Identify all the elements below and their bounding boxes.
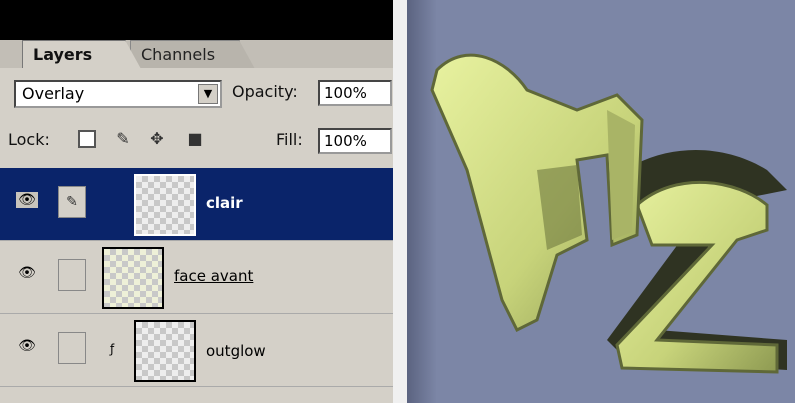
- panel-titlebar: [0, 0, 393, 40]
- eye-icon[interactable]: 👁: [16, 265, 38, 281]
- layer-name[interactable]: face avant: [174, 267, 253, 285]
- fill-label: Fill:: [276, 130, 303, 149]
- brush-icon[interactable]: ✎: [114, 130, 132, 148]
- blend-mode-value: Overlay: [22, 84, 85, 103]
- brush-icon[interactable]: ✎: [58, 186, 86, 218]
- green-letter-z: [615, 180, 779, 374]
- layer-row[interactable]: 👁 ƒ outglow: [0, 314, 393, 387]
- canvas-artwork: [407, 0, 787, 403]
- panel-divider: [393, 0, 407, 403]
- canvas-shadow-edge: [407, 0, 437, 403]
- lock-toolbar: Lock: ✎ ✥ ■ Fill: 100%: [0, 116, 393, 169]
- link-cell[interactable]: [58, 332, 86, 364]
- eye-icon[interactable]: 👁: [16, 338, 38, 354]
- tab-channels[interactable]: Channels: [130, 40, 255, 69]
- layer-name[interactable]: clair: [206, 194, 243, 212]
- opacity-label: Opacity:: [232, 82, 298, 101]
- layer-thumbnail: [134, 320, 196, 382]
- panel-tabs: Channels Layers: [0, 40, 393, 69]
- opacity-field[interactable]: 100%: [318, 80, 392, 106]
- layer-thumbnail: [102, 247, 164, 309]
- move-icon[interactable]: ✥: [148, 130, 166, 148]
- blend-mode-select[interactable]: Overlay ▼: [14, 80, 222, 108]
- layer-thumbnail: [134, 174, 196, 236]
- layers-panel: Channels Layers Overlay ▼ Opacity: 100% …: [0, 0, 393, 403]
- eye-icon[interactable]: 👁: [16, 192, 38, 208]
- tab-label: Layers: [33, 45, 93, 64]
- layer-row[interactable]: 👁 ✎ clair: [0, 168, 393, 241]
- effects-icon[interactable]: ƒ: [110, 342, 114, 356]
- lock-icon[interactable]: ■: [186, 130, 204, 148]
- link-cell[interactable]: [58, 259, 86, 291]
- layer-name[interactable]: outglow: [206, 342, 266, 360]
- layer-row[interactable]: [0, 387, 393, 403]
- tab-label: Channels: [141, 45, 216, 64]
- document-canvas[interactable]: [407, 0, 795, 403]
- fill-field[interactable]: 100%: [318, 128, 392, 154]
- chevron-down-icon[interactable]: ▼: [198, 84, 218, 104]
- tab-layers[interactable]: Layers: [22, 40, 141, 69]
- lock-label: Lock:: [8, 130, 50, 149]
- blend-toolbar: Overlay ▼ Opacity: 100%: [0, 68, 393, 116]
- layer-row[interactable]: 👁 face avant: [0, 241, 393, 314]
- lock-transparency-icon[interactable]: [78, 130, 96, 148]
